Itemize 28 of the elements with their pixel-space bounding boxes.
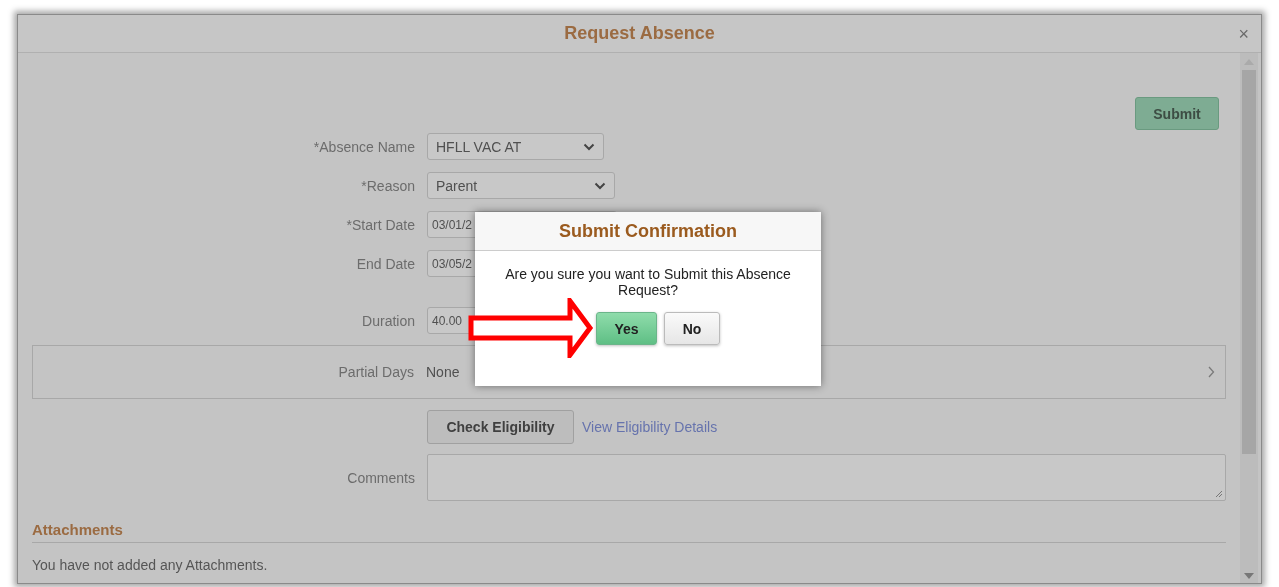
scrollbar[interactable] bbox=[1240, 53, 1258, 583]
field-label: *Start Date bbox=[345, 216, 415, 233]
field-label: Duration bbox=[361, 312, 415, 329]
field-label: Partial Days bbox=[337, 364, 414, 380]
chevron-right-icon bbox=[1207, 366, 1215, 378]
confirm-button[interactable]: Yes bbox=[596, 312, 657, 345]
cancel-button[interactable]: No bbox=[664, 312, 720, 345]
field-label: Comments bbox=[346, 469, 415, 486]
field-label: *Reason bbox=[360, 177, 415, 194]
close-button[interactable]: × bbox=[1238, 25, 1249, 43]
chevron-down-icon bbox=[583, 142, 595, 151]
field-label: End Date bbox=[355, 255, 415, 272]
check-eligibility-button[interactable]: Check Eligibility bbox=[427, 410, 574, 444]
field-label: *Absence Name bbox=[312, 138, 415, 155]
dialog-message: Are you sure you want to Submit this Absence Request? bbox=[504, 265, 792, 298]
window-title: Request Absence bbox=[564, 23, 715, 44]
select-field[interactable]: HFLL VAC AT bbox=[427, 133, 604, 160]
submit-button[interactable]: Submit bbox=[1135, 97, 1219, 130]
attachments-message: You have not added any Attachments. bbox=[32, 557, 269, 573]
resize-grip-icon bbox=[1213, 488, 1223, 498]
select-field[interactable]: Parent bbox=[427, 172, 615, 199]
eligibility-details-link[interactable]: View Eligibility Details bbox=[582, 419, 718, 435]
comments-field[interactable] bbox=[427, 454, 1226, 501]
field-value: None bbox=[426, 364, 461, 380]
scroll-down-icon[interactable] bbox=[1244, 573, 1254, 579]
section-heading: Attachments bbox=[32, 521, 1226, 543]
dialog-title: Submit Confirmation bbox=[559, 220, 737, 242]
chevron-down-icon bbox=[594, 181, 606, 190]
